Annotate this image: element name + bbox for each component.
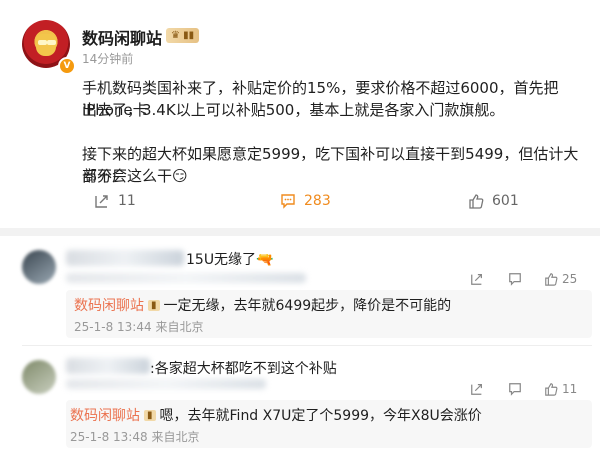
- reply-time: 25-1-8 13:44: [74, 320, 152, 334]
- reply-location: 来自北京: [151, 430, 200, 444]
- blurred-username: [66, 358, 150, 374]
- reply-location: 来自北京: [155, 320, 204, 334]
- share-icon: [94, 193, 110, 209]
- reply-meta: 25-1-8 13:48 来自北京: [70, 428, 199, 445]
- comment-icon[interactable]: [508, 272, 522, 289]
- post-text-line: 出去了，3.4K以上可以补贴500，基本上就是各家入门款旗舰。: [82, 101, 505, 119]
- comment-text: :各家超大杯都吃不到这个补贴: [150, 361, 337, 377]
- blurred-text: [66, 273, 306, 283]
- avatar-eye-icon: [47, 40, 56, 45]
- share-button[interactable]: 11: [94, 193, 136, 209]
- blurred-username: [66, 250, 184, 266]
- section-divider: [0, 228, 600, 236]
- reply-text: 嗯，去年就Find X7U定了个5999，今年X8U会涨价: [159, 408, 482, 424]
- reply-username[interactable]: 数码闲聊站: [70, 405, 140, 425]
- thumbs-up-icon: [545, 383, 558, 396]
- comment-icon[interactable]: [508, 382, 522, 399]
- verified-badge-icon: V: [58, 57, 76, 75]
- reply-row: 数码闲聊站 ▮ 嗯，去年就Find X7U定了个5999，今年X8U会涨价: [70, 405, 482, 425]
- comment-like-count: 11: [562, 382, 578, 396]
- comment-count: 283: [304, 193, 331, 209]
- post-text-fragment: 商不会这么干: [82, 167, 173, 185]
- reply-text: 一定无缘，去年就6499起步，降价是不可能的: [163, 298, 452, 314]
- comment-text: 15U无缘了: [186, 252, 257, 268]
- author-reply: 数码闲聊站 ▮ 一定无缘，去年就6499起步，降价是不可能的 25-1-8 13…: [66, 290, 592, 338]
- reply-meta: 25-1-8 13:44 来自北京: [74, 318, 203, 335]
- comment-button[interactable]: 283: [280, 193, 331, 209]
- share-icon[interactable]: [470, 382, 484, 399]
- reply-time: 25-1-8 13:48: [70, 430, 148, 444]
- share-icon[interactable]: [470, 272, 484, 289]
- post-time[interactable]: 14分钟前: [82, 50, 133, 67]
- like-count: 601: [492, 193, 519, 209]
- commenter-avatar[interactable]: [22, 250, 56, 284]
- share-count: 11: [118, 193, 136, 209]
- avatar-eye-icon: [38, 40, 47, 45]
- comment-like-button[interactable]: 11: [544, 382, 577, 396]
- comment-like-button[interactable]: 25: [544, 272, 577, 286]
- commenter-avatar[interactable]: [22, 360, 56, 394]
- reply-username[interactable]: 数码闲聊站: [74, 295, 144, 315]
- blurred-text: [66, 379, 266, 389]
- comment-like-count: 25: [562, 272, 578, 286]
- thumbs-up-icon: [545, 273, 558, 286]
- smirk-emoji-icon: 😏: [172, 167, 188, 185]
- author-badge-icon: ▮: [144, 409, 156, 421]
- member-rank-badge-icon[interactable]: ♛ ▮▮: [166, 28, 200, 43]
- comment-text-row: 15U无缘了🔫: [186, 249, 274, 269]
- gun-emoji-icon: 🔫: [256, 252, 274, 268]
- reply-row: 数码闲聊站 ▮ 一定无缘，去年就6499起步，降价是不可能的: [74, 295, 451, 315]
- author-reply: 数码闲聊站 ▮ 嗯，去年就Find X7U定了个5999，今年X8U会涨价 25…: [66, 400, 592, 448]
- avatar-mask-icon: [36, 34, 56, 56]
- thumbs-up-icon: [468, 193, 484, 209]
- comment-separator: [22, 345, 592, 346]
- author-badge-icon: ▮: [148, 299, 160, 311]
- like-button[interactable]: 601: [468, 193, 519, 209]
- post-text-line: 商不会这么干😏: [82, 165, 188, 187]
- comment-icon: [280, 193, 296, 209]
- weibo-post: V 数码闲聊站 ♛ ▮▮ 14分钟前 手机数码类国补来了，补贴定价的15%，要求…: [0, 0, 600, 228]
- author-name[interactable]: 数码闲聊站: [82, 25, 162, 49]
